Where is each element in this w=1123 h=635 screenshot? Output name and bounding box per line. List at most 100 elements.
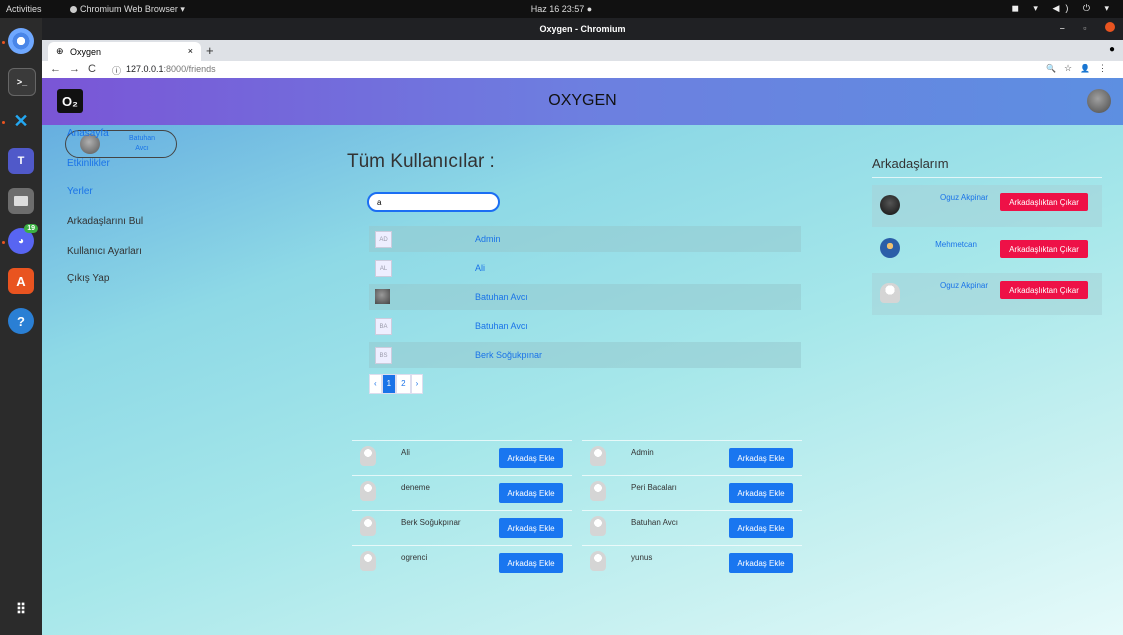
- divider: [352, 510, 572, 511]
- tab-oxygen[interactable]: ⊕ Oxygen ×: [48, 42, 201, 61]
- back-button[interactable]: ←: [50, 63, 69, 75]
- user-name-link[interactable]: Batuhan Avcı: [475, 321, 528, 331]
- site-info-icon[interactable]: ⓘ: [112, 64, 121, 77]
- reload-button[interactable]: C: [88, 63, 104, 75]
- dock: >_ ✕ T ◕ 19 A ? ⠿: [0, 18, 42, 635]
- sidebar-link[interactable]: Yerler: [67, 186, 93, 197]
- tab-search-icon[interactable]: ●: [1109, 44, 1115, 55]
- search-input[interactable]: [367, 192, 500, 212]
- user-name-link[interactable]: Ali: [475, 263, 485, 273]
- help-dock-icon[interactable]: ?: [8, 308, 34, 334]
- avatar: [590, 516, 606, 536]
- new-tab-button[interactable]: +: [206, 43, 214, 58]
- web-page: O₂ OXYGEN Batuhan Avcı Anasayfa Etkinlikl…: [42, 78, 1123, 635]
- add-friend-button[interactable]: Arkadaş Ekle: [499, 483, 563, 503]
- table-row[interactable]: Batuhan Avcı: [369, 284, 801, 310]
- avatar: [360, 516, 376, 536]
- add-friend-button[interactable]: Arkadaş Ekle: [729, 483, 793, 503]
- pagination-page[interactable]: 2: [396, 374, 411, 394]
- suggestion-name: Peri Bacaları: [631, 483, 677, 492]
- pagination-next[interactable]: ›: [410, 374, 424, 394]
- running-indicator: [2, 121, 5, 124]
- remove-friend-button[interactable]: Arkadaşlıktan Çıkar: [1000, 193, 1088, 211]
- discord-dock-icon[interactable]: ◕ 19: [8, 224, 38, 254]
- avatar: BA: [375, 318, 392, 335]
- add-friend-button[interactable]: Arkadaş Ekle: [499, 553, 563, 573]
- software-dock-icon[interactable]: A: [8, 268, 34, 294]
- window-min-max[interactable]: – ▫: [1060, 23, 1095, 33]
- system-tray[interactable]: ◼ ▾ ◀) ⏻ ▾: [1011, 3, 1115, 14]
- user-name-link[interactable]: Batuhan Avcı: [475, 292, 528, 302]
- sidebar-link[interactable]: Etkinlikler: [67, 158, 110, 169]
- add-friend-button[interactable]: Arkadaş Ekle: [729, 553, 793, 573]
- avatar: [360, 551, 376, 571]
- avatar: [360, 446, 376, 466]
- avatar: [590, 481, 606, 501]
- suggestion-name: Admin: [631, 448, 654, 457]
- profile-name: Batuhan Avcı: [128, 135, 156, 152]
- table-row[interactable]: AD Admin: [369, 226, 801, 252]
- avatar: [590, 446, 606, 466]
- pagination-prev[interactable]: ‹: [369, 374, 382, 394]
- friend-name-link[interactable]: Oguz Akpinar: [924, 193, 1004, 202]
- nav-buttons: ←→C: [50, 63, 104, 75]
- vscode-dock-icon[interactable]: ✕: [8, 108, 34, 134]
- url-host: 127.0.0.1: [126, 64, 164, 74]
- remove-friend-button[interactable]: Arkadaşlıktan Çıkar: [1000, 240, 1088, 258]
- activities-button[interactable]: Activities: [6, 4, 42, 14]
- running-indicator: [2, 41, 5, 44]
- profile-icon[interactable]: 👤: [1080, 64, 1098, 73]
- friend-name-link[interactable]: Mehmetcan: [916, 240, 996, 249]
- sidebar-link[interactable]: Kullanıcı Ayarları: [67, 246, 142, 257]
- window-controls[interactable]: – ▫: [1060, 22, 1115, 33]
- remove-friend-button[interactable]: Arkadaşlıktan Çıkar: [1000, 281, 1088, 299]
- suggestion-name: Berk Soğukpınar: [401, 518, 461, 527]
- app-menu-label: Chromium Web Browser ▾: [80, 4, 185, 14]
- menu-icon[interactable]: ⋮: [1098, 63, 1115, 73]
- toolbar-actions: 🔍☆👤⋮: [1046, 63, 1115, 74]
- app-menu[interactable]: Chromium Web Browser ▾: [70, 4, 185, 15]
- user-name-link[interactable]: Berk Soğukpınar: [475, 350, 542, 360]
- tab-strip: ⊕ Oxygen × + ●: [42, 40, 1123, 61]
- suggestion-name: ogrenci: [401, 553, 428, 562]
- site-navbar: O₂ OXYGEN: [42, 78, 1123, 125]
- sidebar-link[interactable]: Anasayfa: [67, 128, 109, 139]
- friend-card: Oguz Akpinar Arkadaşlıktan Çıkar: [872, 185, 1102, 227]
- avatar: [880, 283, 900, 303]
- teams-dock-icon[interactable]: T: [8, 148, 34, 174]
- table-row[interactable]: AL Ali: [369, 255, 801, 281]
- show-apps-icon[interactable]: ⠿: [8, 596, 34, 622]
- add-friend-button[interactable]: Arkadaş Ekle: [499, 448, 563, 468]
- sidebar-link[interactable]: Arkadaşlarını Bul: [67, 216, 143, 227]
- address-bar[interactable]: 127.0.0.1:8000/friends: [126, 64, 216, 74]
- files-dock-icon[interactable]: [8, 188, 34, 214]
- globe-icon: ⊕: [56, 46, 64, 56]
- table-row[interactable]: BA Batuhan Avcı: [369, 313, 801, 339]
- chromium-dock-icon[interactable]: [8, 28, 34, 54]
- divider: [582, 510, 802, 511]
- pagination: ‹ 1 2 ›: [369, 374, 424, 394]
- tab-label: Oxygen: [70, 47, 102, 57]
- add-friend-button[interactable]: Arkadaş Ekle: [499, 518, 563, 538]
- discord-icon: ◕: [17, 235, 25, 247]
- forward-button[interactable]: →: [69, 63, 88, 75]
- pagination-page[interactable]: 1: [381, 374, 397, 394]
- table-row[interactable]: BS Berk Soğukpınar: [369, 342, 801, 368]
- terminal-dock-icon[interactable]: >_: [8, 68, 36, 96]
- zoom-icon[interactable]: 🔍: [1046, 64, 1064, 73]
- avatar: BS: [375, 347, 392, 364]
- divider: [582, 475, 802, 476]
- add-friend-button[interactable]: Arkadaş Ekle: [729, 448, 793, 468]
- navbar-avatar[interactable]: [1087, 89, 1111, 113]
- tab-close-icon[interactable]: ×: [188, 46, 193, 56]
- sidebar-link[interactable]: Çıkış Yap: [67, 273, 109, 284]
- window-close-icon[interactable]: [1105, 22, 1115, 32]
- avatar: AL: [375, 260, 392, 277]
- bookmark-star-icon[interactable]: ☆: [1064, 63, 1080, 73]
- add-friend-button[interactable]: Arkadaş Ekle: [729, 518, 793, 538]
- user-name-link[interactable]: Admin: [475, 234, 501, 244]
- avatar: [880, 238, 900, 258]
- friends-title: Arkadaşlarım: [872, 156, 949, 171]
- friend-name-link[interactable]: Oguz Akpinar: [924, 281, 1004, 290]
- site-logo[interactable]: O₂: [57, 89, 83, 113]
